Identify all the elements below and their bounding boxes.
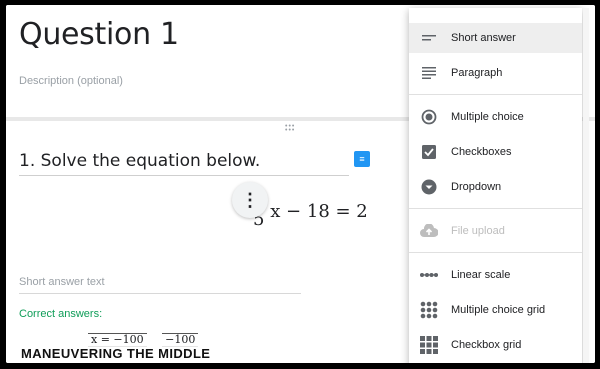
- image-insert-icon[interactable]: ≡: [354, 151, 370, 167]
- checkbox-grid-icon: [419, 335, 439, 355]
- menu-item-multiple-choice-grid[interactable]: Multiple choice grid: [409, 295, 582, 325]
- answer-chip[interactable]: −100: [162, 333, 199, 347]
- short-answer-underline: [19, 293, 301, 294]
- question-underline: [19, 175, 349, 176]
- correct-answers-label: Correct answers:: [19, 308, 103, 320]
- menu-item-checkbox-grid[interactable]: Checkbox grid: [409, 330, 582, 360]
- menu-scrollbar[interactable]: [583, 8, 589, 363]
- menu-item-paragraph[interactable]: Paragraph: [409, 58, 582, 88]
- menu-item-label: File upload: [451, 225, 505, 237]
- menu-item-multiple-choice[interactable]: Multiple choice: [409, 102, 582, 132]
- menu-item-label: Multiple choice grid: [451, 304, 546, 316]
- equation-image: 5 x − 18 = 2: [253, 201, 368, 230]
- menu-item-label: Checkboxes: [451, 146, 512, 158]
- short-answer-icon: [419, 28, 439, 48]
- paragraph-icon: [419, 63, 439, 83]
- grid-icon: [419, 300, 439, 320]
- question-type-menu: Short answer Paragraph Multiple choice C…: [409, 8, 582, 363]
- menu-item-label: Paragraph: [451, 67, 503, 79]
- form-title[interactable]: Question 1: [19, 17, 179, 52]
- menu-separator: [409, 208, 582, 209]
- menu-item-linear-scale[interactable]: Linear scale: [409, 260, 582, 290]
- equation-text: x − 18 = 2: [270, 201, 368, 222]
- menu-item-label: Checkbox grid: [451, 339, 522, 351]
- more-options-button[interactable]: ⋮: [232, 182, 268, 218]
- screenshot-frame: Question 1 Description (optional) ••• •••…: [6, 5, 595, 363]
- menu-item-checkboxes[interactable]: Checkboxes: [409, 137, 582, 167]
- brand-watermark: MANEUVERING THE MIDDLE: [18, 346, 214, 361]
- short-answer-placeholder: Short answer text: [19, 276, 105, 288]
- menu-item-short-answer[interactable]: Short answer: [409, 23, 582, 53]
- menu-item-label: Dropdown: [451, 181, 502, 193]
- menu-item-label: Linear scale: [451, 269, 511, 281]
- correct-answer-chips: x = −100 −100: [88, 333, 210, 347]
- question-title[interactable]: 1. Solve the equation below.: [19, 151, 260, 171]
- menu-item-dropdown[interactable]: Dropdown: [409, 172, 582, 202]
- radio-icon: [419, 107, 439, 127]
- description-field[interactable]: Description (optional): [19, 75, 123, 87]
- linear-scale-icon: [419, 265, 439, 285]
- menu-item-label: Multiple choice: [451, 111, 524, 123]
- answer-chip[interactable]: x = −100: [88, 333, 147, 347]
- menu-separator: [409, 94, 582, 95]
- drag-handle-icon[interactable]: ••• •••: [285, 123, 301, 134]
- cloud-upload-icon: [419, 221, 439, 241]
- menu-item-label: Short answer: [451, 32, 516, 44]
- dropdown-icon: [419, 177, 439, 197]
- menu-separator: [409, 252, 582, 253]
- checkbox-icon: [419, 142, 439, 162]
- menu-item-file-upload: File upload: [409, 216, 582, 246]
